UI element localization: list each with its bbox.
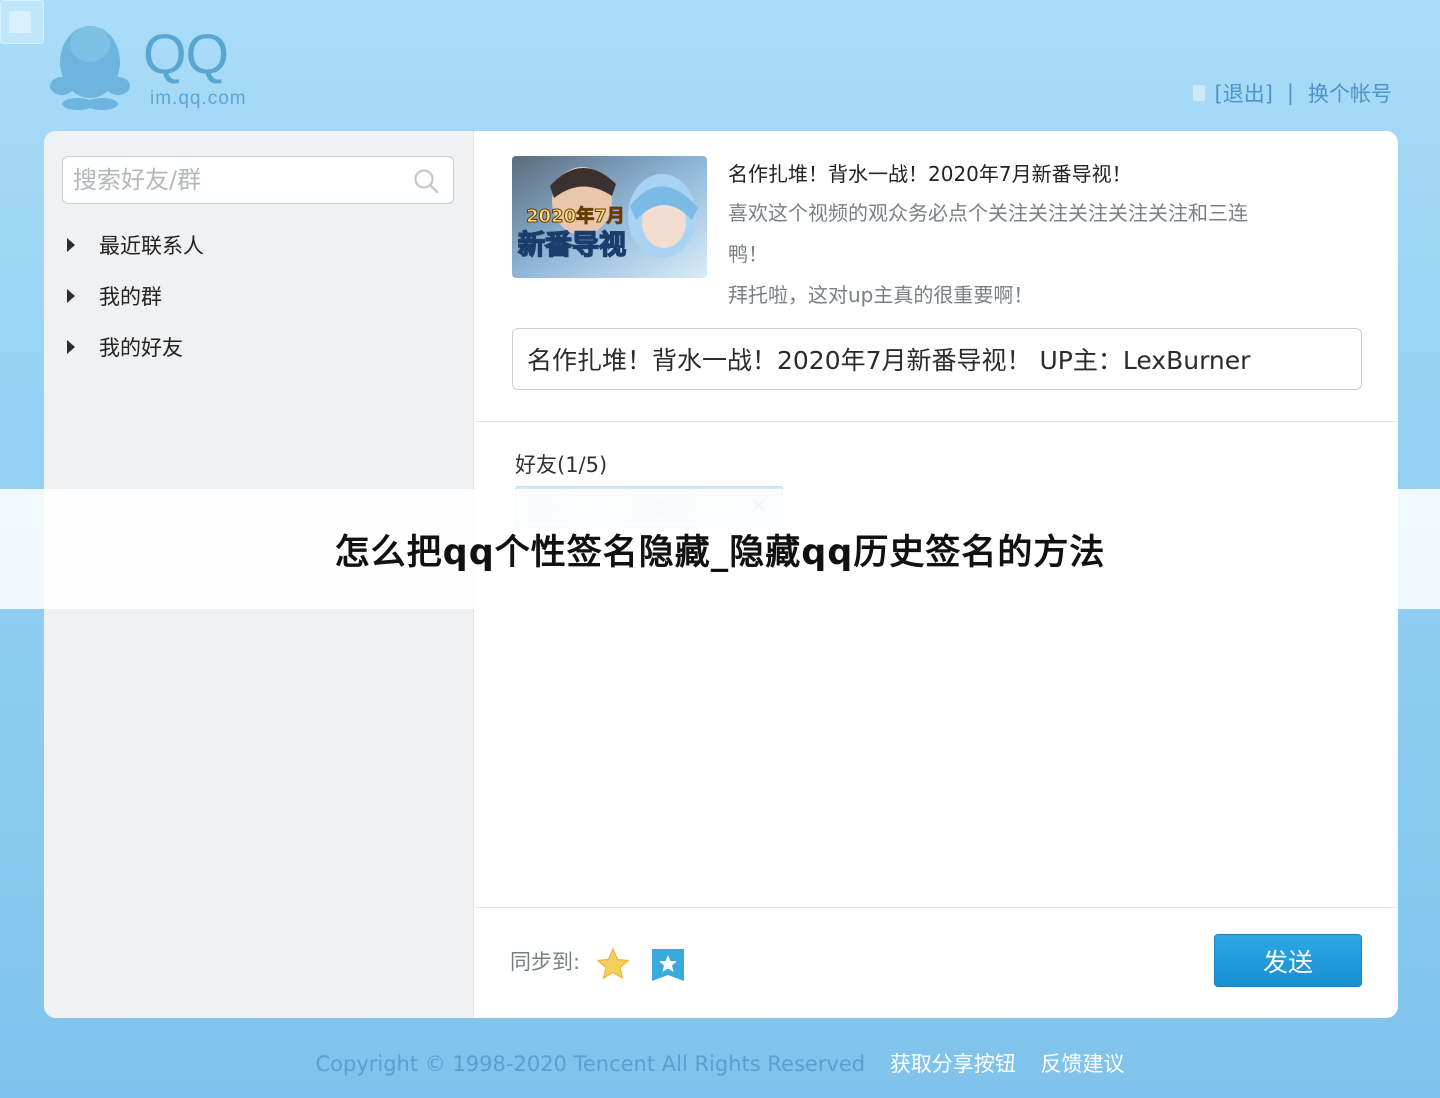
switch-account-link[interactable]: 换个帐号 [1308,78,1392,108]
group-label: 最近联系人 [99,233,204,258]
group-label: 我的群 [99,284,162,309]
description-line: 鸭！ [728,242,768,266]
group-my-friends[interactable]: 我的好友 [62,321,204,372]
description-line: 喜欢这个视频的观众务必点个关注关注关注关注关注和三连 [728,201,1248,225]
expand-arrow-icon [67,339,75,354]
account-links: [退出] | 换个帐号 [1192,78,1392,108]
qq-penguin-icon [50,26,130,110]
article-title-banner: 怎么把qq个性签名隐藏_隐藏qq历史签名的方法 [0,489,1440,609]
expand-arrow-icon [67,237,75,252]
thumbnail-title-text: 新番导视 [518,229,626,261]
page-footer: Copyright © 1998-2020 Tencent All Rights… [0,1048,1440,1078]
description-line: 拜托啦，这对up主真的很重要啊！ [728,283,1034,307]
qzone-star-icon[interactable] [595,946,631,982]
logo-domain: im.qq.com [150,88,247,109]
copyright-text: Copyright © 1998-2020 Tencent All Rights… [315,1052,866,1076]
logo-text: QQ [143,22,229,85]
thumbnail-date-text: 2020年7月 [526,205,625,227]
share-title: 名作扎堆！背水一战！2020年7月新番导视！ [728,162,1132,186]
divider [475,907,1398,908]
get-share-button-link[interactable]: 获取分享按钮 [890,1052,1016,1076]
article-title: 怎么把qq个性签名隐藏_隐藏qq历史签名的方法 [334,532,1106,573]
search-input[interactable] [63,157,393,203]
send-button[interactable]: 发送 [1214,934,1362,987]
group-label: 我的好友 [99,335,183,360]
video-thumbnail: 2020年7月 新番导视 [512,156,707,278]
recipients-label: 好友(1/5) [515,453,608,477]
logout-link[interactable]: [退出] [1215,78,1273,108]
share-comment-input[interactable]: 名作扎堆！背水一战！2020年7月新番导视！ UP主：LexBurner [512,328,1362,390]
group-my-groups[interactable]: 我的群 [62,270,204,321]
search-box [62,156,454,204]
expand-arrow-icon [67,288,75,303]
share-description: 喜欢这个视频的观众务必点个关注关注关注关注关注和三连 鸭！ 拜托啦，这对up主真… [728,193,1348,316]
weibo-bookmark-icon[interactable] [650,947,686,985]
window-corner-box [0,0,44,44]
divider [475,421,1398,422]
search-icon[interactable] [413,168,439,194]
group-recent-contacts[interactable]: 最近联系人 [62,219,204,270]
document-icon [1192,85,1205,101]
feedback-link[interactable]: 反馈建议 [1041,1052,1125,1076]
link-separator: | [1286,81,1294,105]
share-info: 名作扎堆！背水一战！2020年7月新番导视！ 喜欢这个视频的观众务必点个关注关注… [728,157,1348,316]
sync-label: 同步到: [510,950,581,974]
qq-logo: QQ im.qq.com [50,24,280,114]
contact-groups: 最近联系人 我的群 我的好友 [62,219,204,372]
